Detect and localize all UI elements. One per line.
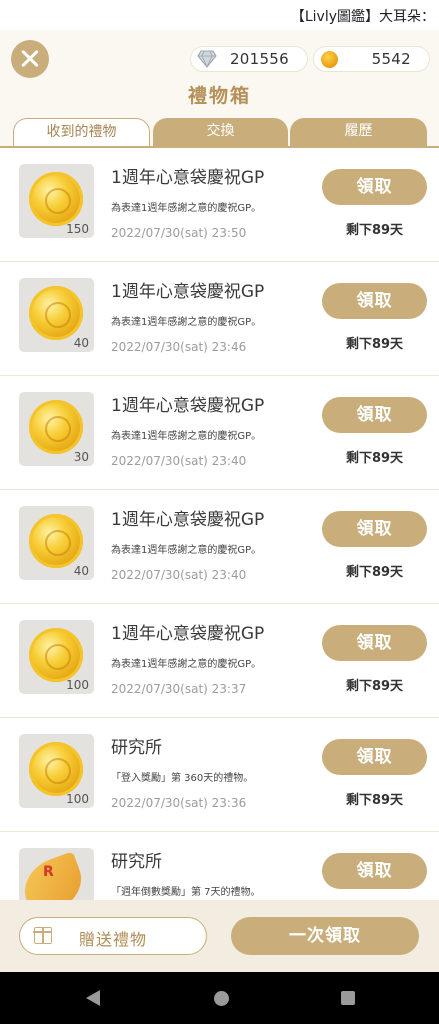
claim-button[interactable]: 領取 [322, 283, 427, 319]
gift-title: 1週年心意袋慶祝GP [111, 168, 265, 188]
android-nav-bar [0, 972, 439, 1024]
gift-quantity: 100 [66, 678, 89, 692]
diamond-counter: 201556 [190, 46, 308, 72]
gift-title: 研究所 [111, 852, 162, 872]
rare-leaf-icon [19, 851, 90, 900]
gift-thumbnail: 30 [19, 392, 94, 466]
footer-bar: 贈送禮物 一次領取 [0, 900, 439, 972]
remaining-days: 剩下89天 [345, 565, 404, 580]
claim-button[interactable]: 領取 [322, 625, 427, 661]
gift-thumbnail: R [19, 848, 94, 900]
gold-coin-icon [29, 742, 83, 796]
gift-list[interactable]: 150 1週年心意袋慶祝GP 為表達1週年感謝之意的慶祝GP。 2022/07/… [0, 148, 439, 900]
send-gift-button[interactable]: 贈送禮物 [19, 917, 207, 955]
tab-received-gifts[interactable]: 收到的禮物 [13, 118, 150, 148]
gift-description: 「週年倒數獎勵」第 7天的禮物。 [111, 887, 261, 898]
gift-description: 為表達1週年感謝之意的慶祝GP。 [111, 203, 262, 214]
tab-exchange[interactable]: 交換 [153, 118, 288, 146]
remaining-days: 剩下89天 [345, 793, 404, 808]
gift-title: 研究所 [111, 738, 162, 758]
claim-button[interactable]: 領取 [322, 853, 427, 889]
gift-date: 2022/07/30(sat) 23:50 [111, 226, 247, 240]
gift-thumbnail: 100 [19, 620, 94, 694]
gift-title: 1週年心意袋慶祝GP [111, 624, 265, 644]
page-title: 禮物箱 [187, 85, 251, 107]
gift-row: R 研究所 「週年倒數獎勵」第 7天的禮物。 領取 [0, 832, 439, 900]
coin-amount: 5542 [371, 50, 411, 68]
gold-coin-icon [29, 286, 83, 340]
claim-button[interactable]: 領取 [322, 511, 427, 547]
claim-all-button[interactable]: 一次領取 [231, 917, 419, 955]
remaining-days: 剩下89天 [345, 451, 404, 466]
gift-date: 2022/07/30(sat) 23:40 [111, 454, 247, 468]
gift-row: 40 1週年心意袋慶祝GP 為表達1週年感謝之意的慶祝GP。 2022/07/3… [0, 490, 439, 604]
gift-date: 2022/07/30(sat) 23:37 [111, 682, 247, 696]
gift-box-panel: 201556 5542 禮物箱 收到的禮物 交換 履歷 150 1週年心意袋慶祝… [0, 30, 439, 972]
recent-apps-icon[interactable] [341, 991, 355, 1005]
gold-coin-icon [29, 172, 83, 226]
gift-row: 100 研究所 「登入獎勵」第 360天的禮物。 2022/07/30(sat)… [0, 718, 439, 832]
gift-date: 2022/07/30(sat) 23:36 [111, 796, 247, 810]
diamond-icon [197, 50, 217, 68]
diamond-amount: 201556 [229, 50, 289, 68]
send-gift-label: 贈送禮物 [78, 930, 147, 949]
claim-button[interactable]: 領取 [322, 397, 427, 433]
claim-button[interactable]: 領取 [322, 169, 427, 205]
back-icon[interactable] [86, 990, 100, 1006]
gift-thumbnail: 40 [19, 278, 94, 352]
gift-description: 為表達1週年感謝之意的慶祝GP。 [111, 317, 262, 328]
gift-quantity: 30 [73, 450, 89, 464]
gift-quantity: 150 [66, 222, 89, 236]
gift-thumbnail: 150 [19, 164, 94, 238]
tab-bar: 收到的禮物 交換 履歷 [13, 118, 427, 148]
coin-icon [321, 51, 338, 68]
gift-thumbnail: 100 [19, 734, 94, 808]
remaining-days: 剩下89天 [345, 679, 404, 694]
claim-button[interactable]: 領取 [322, 739, 427, 775]
gift-row: 30 1週年心意袋慶祝GP 為表達1週年感謝之意的慶祝GP。 2022/07/3… [0, 376, 439, 490]
gift-title: 1週年心意袋慶祝GP [111, 282, 265, 302]
gift-row: 150 1週年心意袋慶祝GP 為表達1週年感謝之意的慶祝GP。 2022/07/… [0, 148, 439, 262]
remaining-days: 剩下89天 [345, 337, 404, 352]
gift-quantity: 40 [73, 336, 89, 350]
gift-description: 「登入獎勵」第 360天的禮物。 [111, 773, 254, 784]
close-button[interactable] [11, 40, 49, 78]
remaining-days: 剩下89天 [345, 223, 404, 238]
gift-date: 2022/07/30(sat) 23:40 [111, 568, 247, 582]
gift-row: 40 1週年心意袋慶祝GP 為表達1週年感謝之意的慶祝GP。 2022/07/3… [0, 262, 439, 376]
gold-coin-icon [29, 514, 83, 568]
gift-quantity: 100 [66, 792, 89, 806]
status-notification-text: 【Livly圖鑑】大耳朵： [290, 9, 435, 25]
gift-row: 100 1週年心意袋慶祝GP 為表達1週年感謝之意的慶祝GP。 2022/07/… [0, 604, 439, 718]
gift-description: 為表達1週年感謝之意的慶祝GP。 [111, 545, 262, 556]
gold-coin-icon [29, 400, 83, 454]
rarity-label: R [43, 864, 54, 880]
gift-date: 2022/07/30(sat) 23:46 [111, 340, 247, 354]
tab-history[interactable]: 履歷 [290, 118, 427, 146]
home-icon[interactable] [214, 991, 229, 1006]
gift-thumbnail: 40 [19, 506, 94, 580]
status-bar: 【Livly圖鑑】大耳朵： [0, 0, 439, 30]
gold-coin-icon [29, 628, 83, 682]
gift-description: 為表達1週年感謝之意的慶祝GP。 [111, 431, 262, 442]
coin-counter: 5542 [313, 46, 430, 72]
gift-title: 1週年心意袋慶祝GP [111, 510, 265, 530]
gift-description: 為表達1週年感謝之意的慶祝GP。 [111, 659, 262, 670]
gift-title: 1週年心意袋慶祝GP [111, 396, 265, 416]
gift-quantity: 40 [73, 564, 89, 578]
